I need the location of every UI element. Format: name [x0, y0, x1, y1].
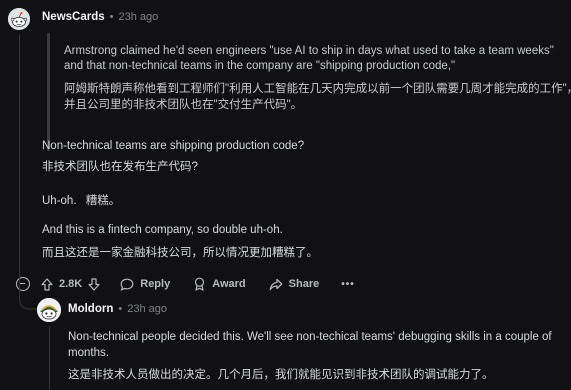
uh-oh-text-zh: 糟糕。 [85, 195, 121, 207]
share-button[interactable]: Share [269, 278, 320, 291]
award-label: Award [212, 278, 246, 290]
uh-oh-text: Uh-oh. [42, 195, 77, 207]
reddit-snoo-icon [37, 298, 61, 322]
meta-separator: • [118, 303, 123, 315]
comment-author[interactable]: NewsCards [42, 11, 105, 23]
reply-author[interactable]: Moldorn [68, 303, 113, 315]
comment-paragraph-zh: 非技术团队也在发布生产代码? [42, 161, 198, 173]
comment-action-bar: 2.8K Reply Award Share ••• [41, 274, 355, 294]
reply-text-en-line2: months. [68, 347, 109, 359]
reddit-snoo-icon [8, 8, 30, 30]
reply-button[interactable]: Reply [120, 278, 170, 291]
upvote-button[interactable] [41, 277, 53, 291]
quote-text-en-line1: Armstrong claimed he'd seen engineers "u… [64, 45, 554, 57]
more-options-button[interactable]: ••• [341, 279, 355, 290]
vote-count: 2.8K [59, 278, 83, 290]
comment-paragraph-en: Non-technical teams are shipping product… [42, 140, 305, 152]
comment-paragraph-zh: 而且这还是一家金融科技公司，所以情况更加糟糕了。 [42, 247, 318, 259]
comment-header: NewsCards • 23h ago [42, 11, 158, 23]
share-label: Share [288, 278, 320, 290]
comment-paragraph-en: And this is a fintech company, so double… [42, 224, 283, 236]
quote-text-zh-line1: 阿姆斯特朗声称他看到工程师们"利用人工智能在几天内完成以前一个团队需要几周才能完… [64, 83, 571, 95]
comment-paragraph-en: Uh-oh. 糟糕。 [42, 193, 120, 209]
quote-text-en-line2: and that non-technical teams in the comp… [64, 60, 456, 72]
upvote-arrow-icon [41, 277, 53, 291]
thread-connector [19, 270, 39, 310]
thread-line[interactable] [19, 34, 20, 271]
quote-bar [47, 33, 50, 151]
reply-bubble-icon [120, 278, 134, 291]
reply-text-zh: 这是非技术人员做出的决定。几个月后，我们就能见识到非技术团队的调试能力了。 [68, 369, 494, 381]
downvote-button[interactable] [88, 277, 100, 291]
more-options-icon: ••• [341, 278, 355, 290]
downvote-arrow-icon [88, 277, 100, 291]
meta-separator: • [109, 11, 114, 23]
quote-text-zh-line2: 并且公司里的非技术团队也在"交付生产代码"。 [64, 99, 303, 111]
comment-timestamp[interactable]: 23h ago [119, 11, 159, 23]
reply-timestamp[interactable]: 23h ago [127, 303, 167, 315]
reply-text-en-line1: Non-technical people decided this. We'll… [68, 331, 552, 343]
reply-label: Reply [140, 278, 171, 290]
reply-thread-line[interactable] [49, 326, 50, 390]
award-medal-icon [193, 277, 206, 291]
reply-header: Moldorn • 23h ago [68, 303, 167, 315]
share-arrow-icon [269, 278, 283, 291]
avatar-moldorn[interactable] [37, 298, 61, 322]
award-button[interactable]: Award [193, 277, 246, 291]
avatar-newscards[interactable] [8, 8, 30, 30]
